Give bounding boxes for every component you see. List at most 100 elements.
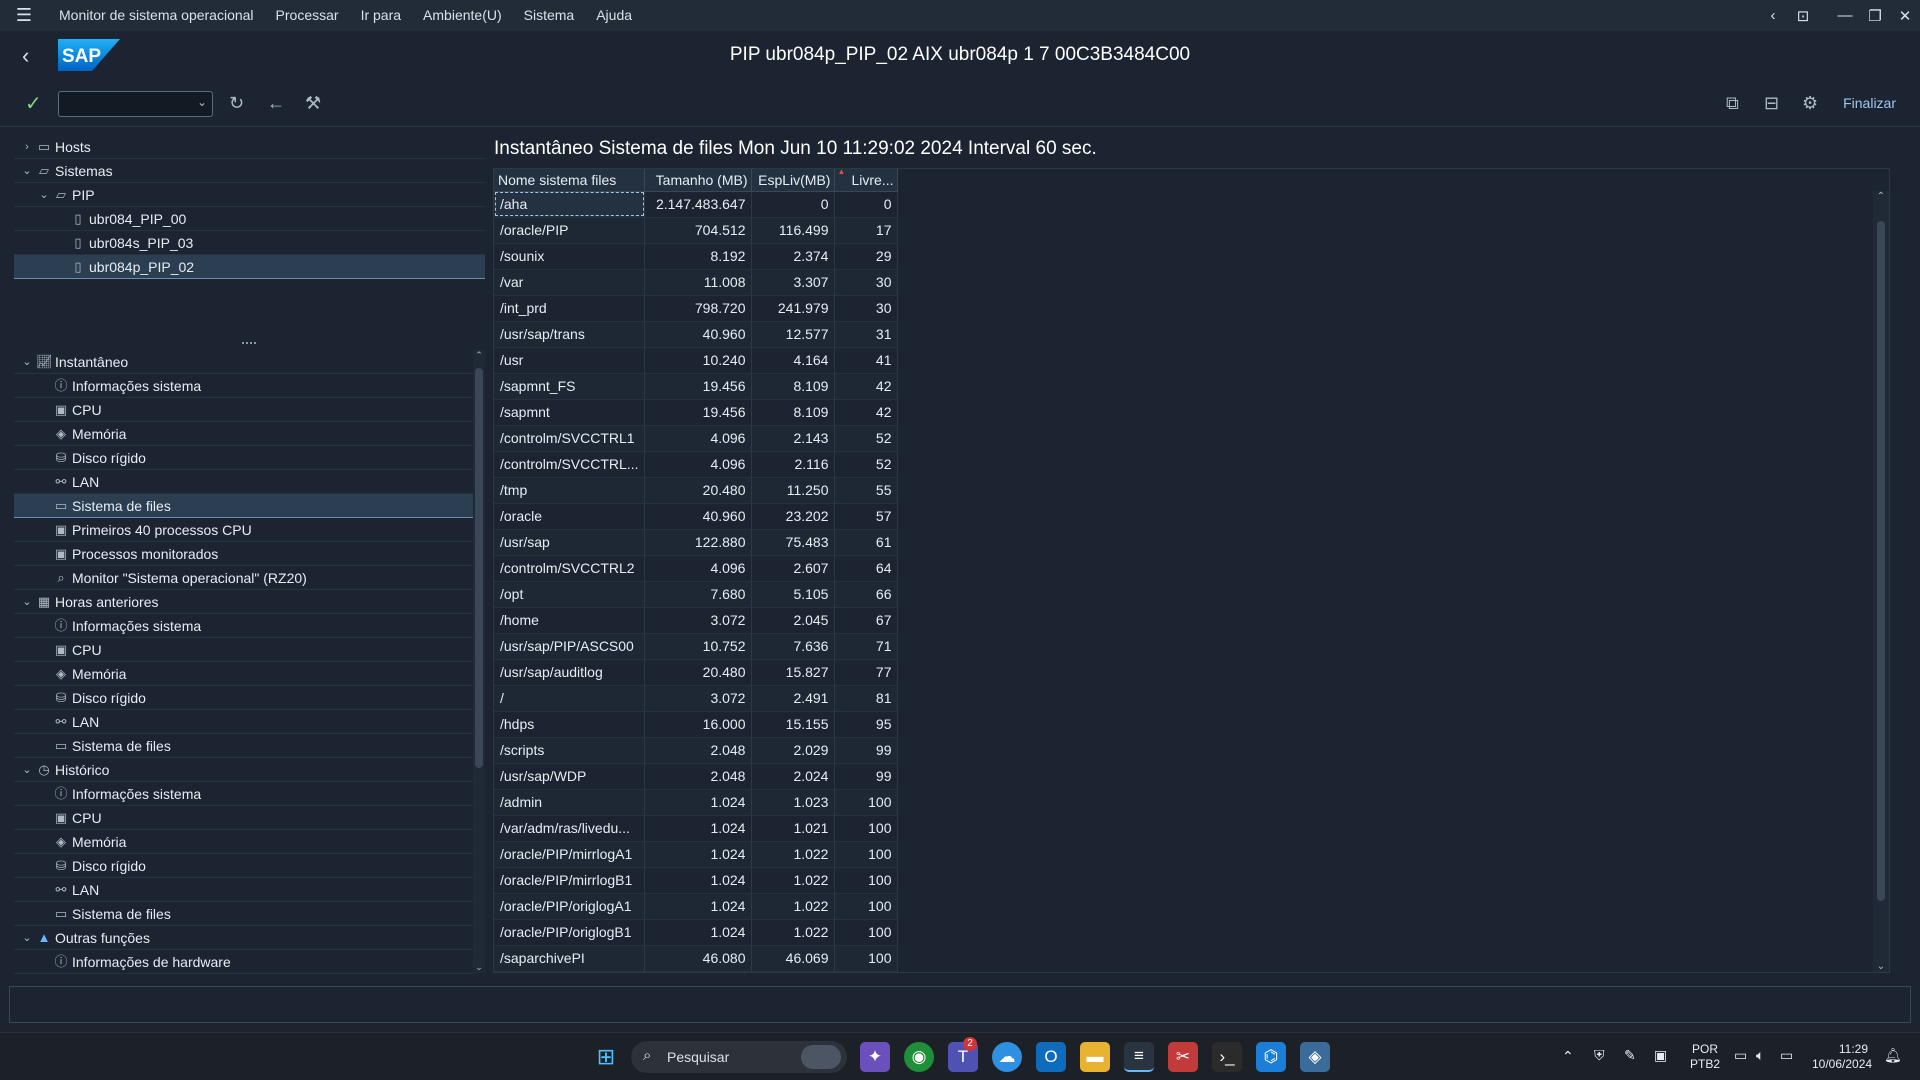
cell-free[interactable]: 3.307 [751,269,836,296]
cell-free[interactable]: 15.155 [751,711,836,738]
snipping-tool-icon[interactable]: ✂ [1168,1042,1198,1072]
cell-free[interactable]: 2.116 [751,451,836,478]
cell-size[interactable]: 16.000 [644,711,753,738]
chevron-down-icon[interactable]: ⌄ [20,758,34,782]
tree-item-hosts[interactable]: › ▭ Hosts [14,135,485,159]
cell-free-pct[interactable]: 95 [834,711,899,738]
cell-free-pct[interactable]: 100 [834,841,899,868]
windows-start-icon[interactable]: ⊞ [591,1042,621,1072]
column-header-size[interactable]: Tamanho (MB) [644,169,753,192]
cell-free[interactable]: 7.636 [751,633,836,660]
tree-item-horas-anteriores[interactable]: ⌄ ▦ Horas anteriores [14,590,473,614]
chevron-down-icon[interactable]: ⌄ [20,159,34,183]
cell-size[interactable]: 3.072 [644,607,753,634]
cell-free-pct[interactable]: 99 [834,737,899,764]
table-row[interactable]: /tmp 20.480 11.250 55 [494,477,899,504]
cell-free-pct[interactable]: 71 [834,633,899,660]
cell-free[interactable]: 1.022 [751,867,836,894]
table-row[interactable]: /controlm/SVCCTRL2 4.096 2.607 64 [494,555,899,582]
cell-name[interactable]: /usr/sap/WDP [494,763,646,790]
cell-size[interactable]: 46.080 [644,945,753,972]
cell-name[interactable]: /opt [494,581,646,608]
cell-free-pct[interactable]: 52 [834,451,899,478]
cell-free[interactable]: 1.022 [751,919,836,946]
cell-free-pct[interactable]: 57 [834,503,899,530]
clock[interactable]: 11:29 10/06/2024 [1812,1042,1872,1080]
cell-size[interactable]: 10.752 [644,633,753,660]
cell-name[interactable]: /oracle/PIP [494,217,646,244]
tree-item-memoria[interactable]: ◈ Memória [14,830,473,854]
cell-name[interactable]: /oracle/PIP/origlogB1 [494,919,646,946]
cell-name[interactable]: /controlm/SVCCTRL... [494,451,646,478]
chevron-right-icon[interactable]: › [20,135,34,159]
cell-size[interactable]: 20.480 [644,659,753,686]
cell-free[interactable]: 11.250 [751,477,836,504]
tree-item-memoria[interactable]: ◈ Memória [14,662,473,686]
command-field[interactable]: ⌄ [58,91,213,117]
tree-item-monitor-sistema-operacional-rz20[interactable]: ⌕ Monitor "Sistema operacional" (RZ20) [14,566,473,590]
check-icon[interactable]: ✓ [25,91,42,116]
cell-free-pct[interactable]: 100 [834,945,899,972]
table-row[interactable]: /hdps 16.000 15.155 95 [494,711,899,738]
terminal-icon[interactable]: ›_ [1212,1042,1242,1072]
cell-free-pct[interactable]: 31 [834,321,899,348]
notifications-icon[interactable]: 🔔︎ [1884,1047,1902,1080]
cell-free[interactable]: 2.607 [751,555,836,582]
cell-name[interactable]: /usr/sap/auditlog [494,659,646,686]
cell-free-pct[interactable]: 77 [834,659,899,686]
table-row[interactable]: /sapmnt 19.456 8.109 42 [494,399,899,426]
table-row[interactable]: /scripts 2.048 2.029 99 [494,737,899,764]
cell-name[interactable]: /admin [494,789,646,816]
cell-name[interactable]: /oracle/PIP/mirrlogB1 [494,867,646,894]
refresh-icon[interactable]: ↻ [229,93,244,114]
grid-scrollbar[interactable]: ⌃ ⌄ [1873,191,1889,972]
menu-ir-para[interactable]: Ir para [350,0,412,31]
table-row[interactable]: /int_prd 798.720 241.979 30 [494,295,899,322]
tree-scrollbar[interactable]: ⌃ ⌄ [473,350,485,973]
cell-free[interactable]: 1.021 [751,815,836,842]
lock-icon[interactable]: ⊡ [1788,7,1818,25]
settings-icon[interactable]: ⚙ [1802,93,1818,114]
table-row[interactable]: /opt 7.680 5.105 66 [494,581,899,608]
cell-name[interactable]: /tmp [494,477,646,504]
table-row[interactable]: /usr 10.240 4.164 41 [494,347,899,374]
cell-size[interactable]: 19.456 [644,373,753,400]
tree-item-historico[interactable]: ⌄ ◷ Histórico [14,758,473,782]
teams-tray-icon[interactable]: ▣ [1654,1047,1667,1080]
chevron-down-icon[interactable]: ⌄ [20,926,34,950]
cell-size[interactable]: 10.240 [644,347,753,374]
menu-processar[interactable]: Processar [265,0,350,31]
cell-free[interactable]: 2.024 [751,763,836,790]
cell-size[interactable]: 2.048 [644,737,753,764]
cell-size[interactable]: 704.512 [644,217,753,244]
cell-size[interactable]: 2.048 [644,763,753,790]
table-row[interactable]: /3.072 2.491 81 [494,685,899,712]
tree-item-primeiros-40-processos-cpu[interactable]: ▣ Primeiros 40 processos CPU [14,518,473,542]
network-icon[interactable]: ▭ [1734,1047,1747,1080]
cell-free-pct[interactable]: 61 [834,529,899,556]
table-row[interactable]: /oracle 40.960 23.202 57 [494,503,899,530]
tree-item-lan[interactable]: ⚯ LAN [14,470,473,494]
cell-free[interactable]: 241.979 [751,295,836,322]
cell-free[interactable]: 75.483 [751,529,836,556]
cell-free-pct[interactable]: 29 [834,243,899,270]
cell-free[interactable]: 8.109 [751,373,836,400]
cell-size[interactable]: 1.024 [644,789,753,816]
scrollbar-thumb[interactable] [1877,221,1885,901]
tree-item-sistema-de-files[interactable]: ▭ Sistema de files [14,494,473,518]
chevron-left-icon[interactable]: ‹ [1758,7,1788,24]
tree-item-disco-rigido[interactable]: ⛁ Disco rígido [14,686,473,710]
cell-size[interactable]: 7.680 [644,581,753,608]
vscode-icon[interactable]: ⌬ [1256,1042,1286,1072]
cell-free[interactable]: 5.105 [751,581,836,608]
cell-free[interactable]: 0 [751,191,836,218]
cell-free-pct[interactable]: 81 [834,685,899,712]
cell-free[interactable]: 2.029 [751,737,836,764]
finalizar-button[interactable]: Finalizar [1843,95,1896,111]
column-header-free-pct[interactable]: ▲ Livre... [834,167,899,192]
cell-free[interactable]: 2.491 [751,685,836,712]
minimize-icon[interactable]: — [1830,7,1860,24]
table-row[interactable]: /usr/sap 122.880 75.483 61 [494,529,899,556]
copilot-icon[interactable]: ✦ [860,1042,890,1072]
cell-name[interactable]: /sounix [494,243,646,270]
